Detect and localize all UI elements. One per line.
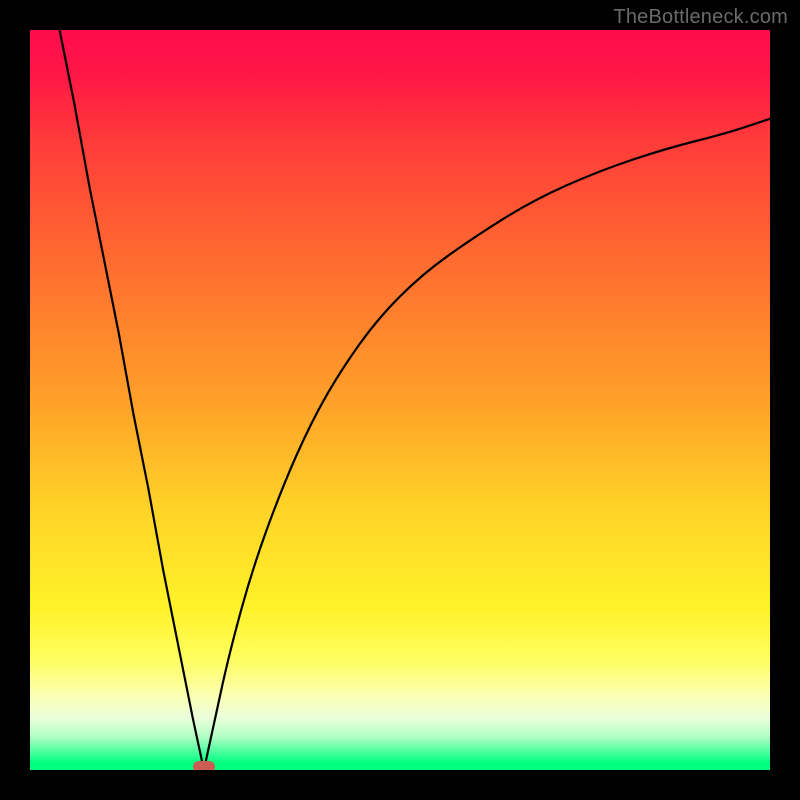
bottleneck-curve (30, 30, 770, 770)
optimal-point-marker (193, 761, 215, 770)
plot-area (30, 30, 770, 770)
watermark-text: TheBottleneck.com (613, 6, 788, 29)
